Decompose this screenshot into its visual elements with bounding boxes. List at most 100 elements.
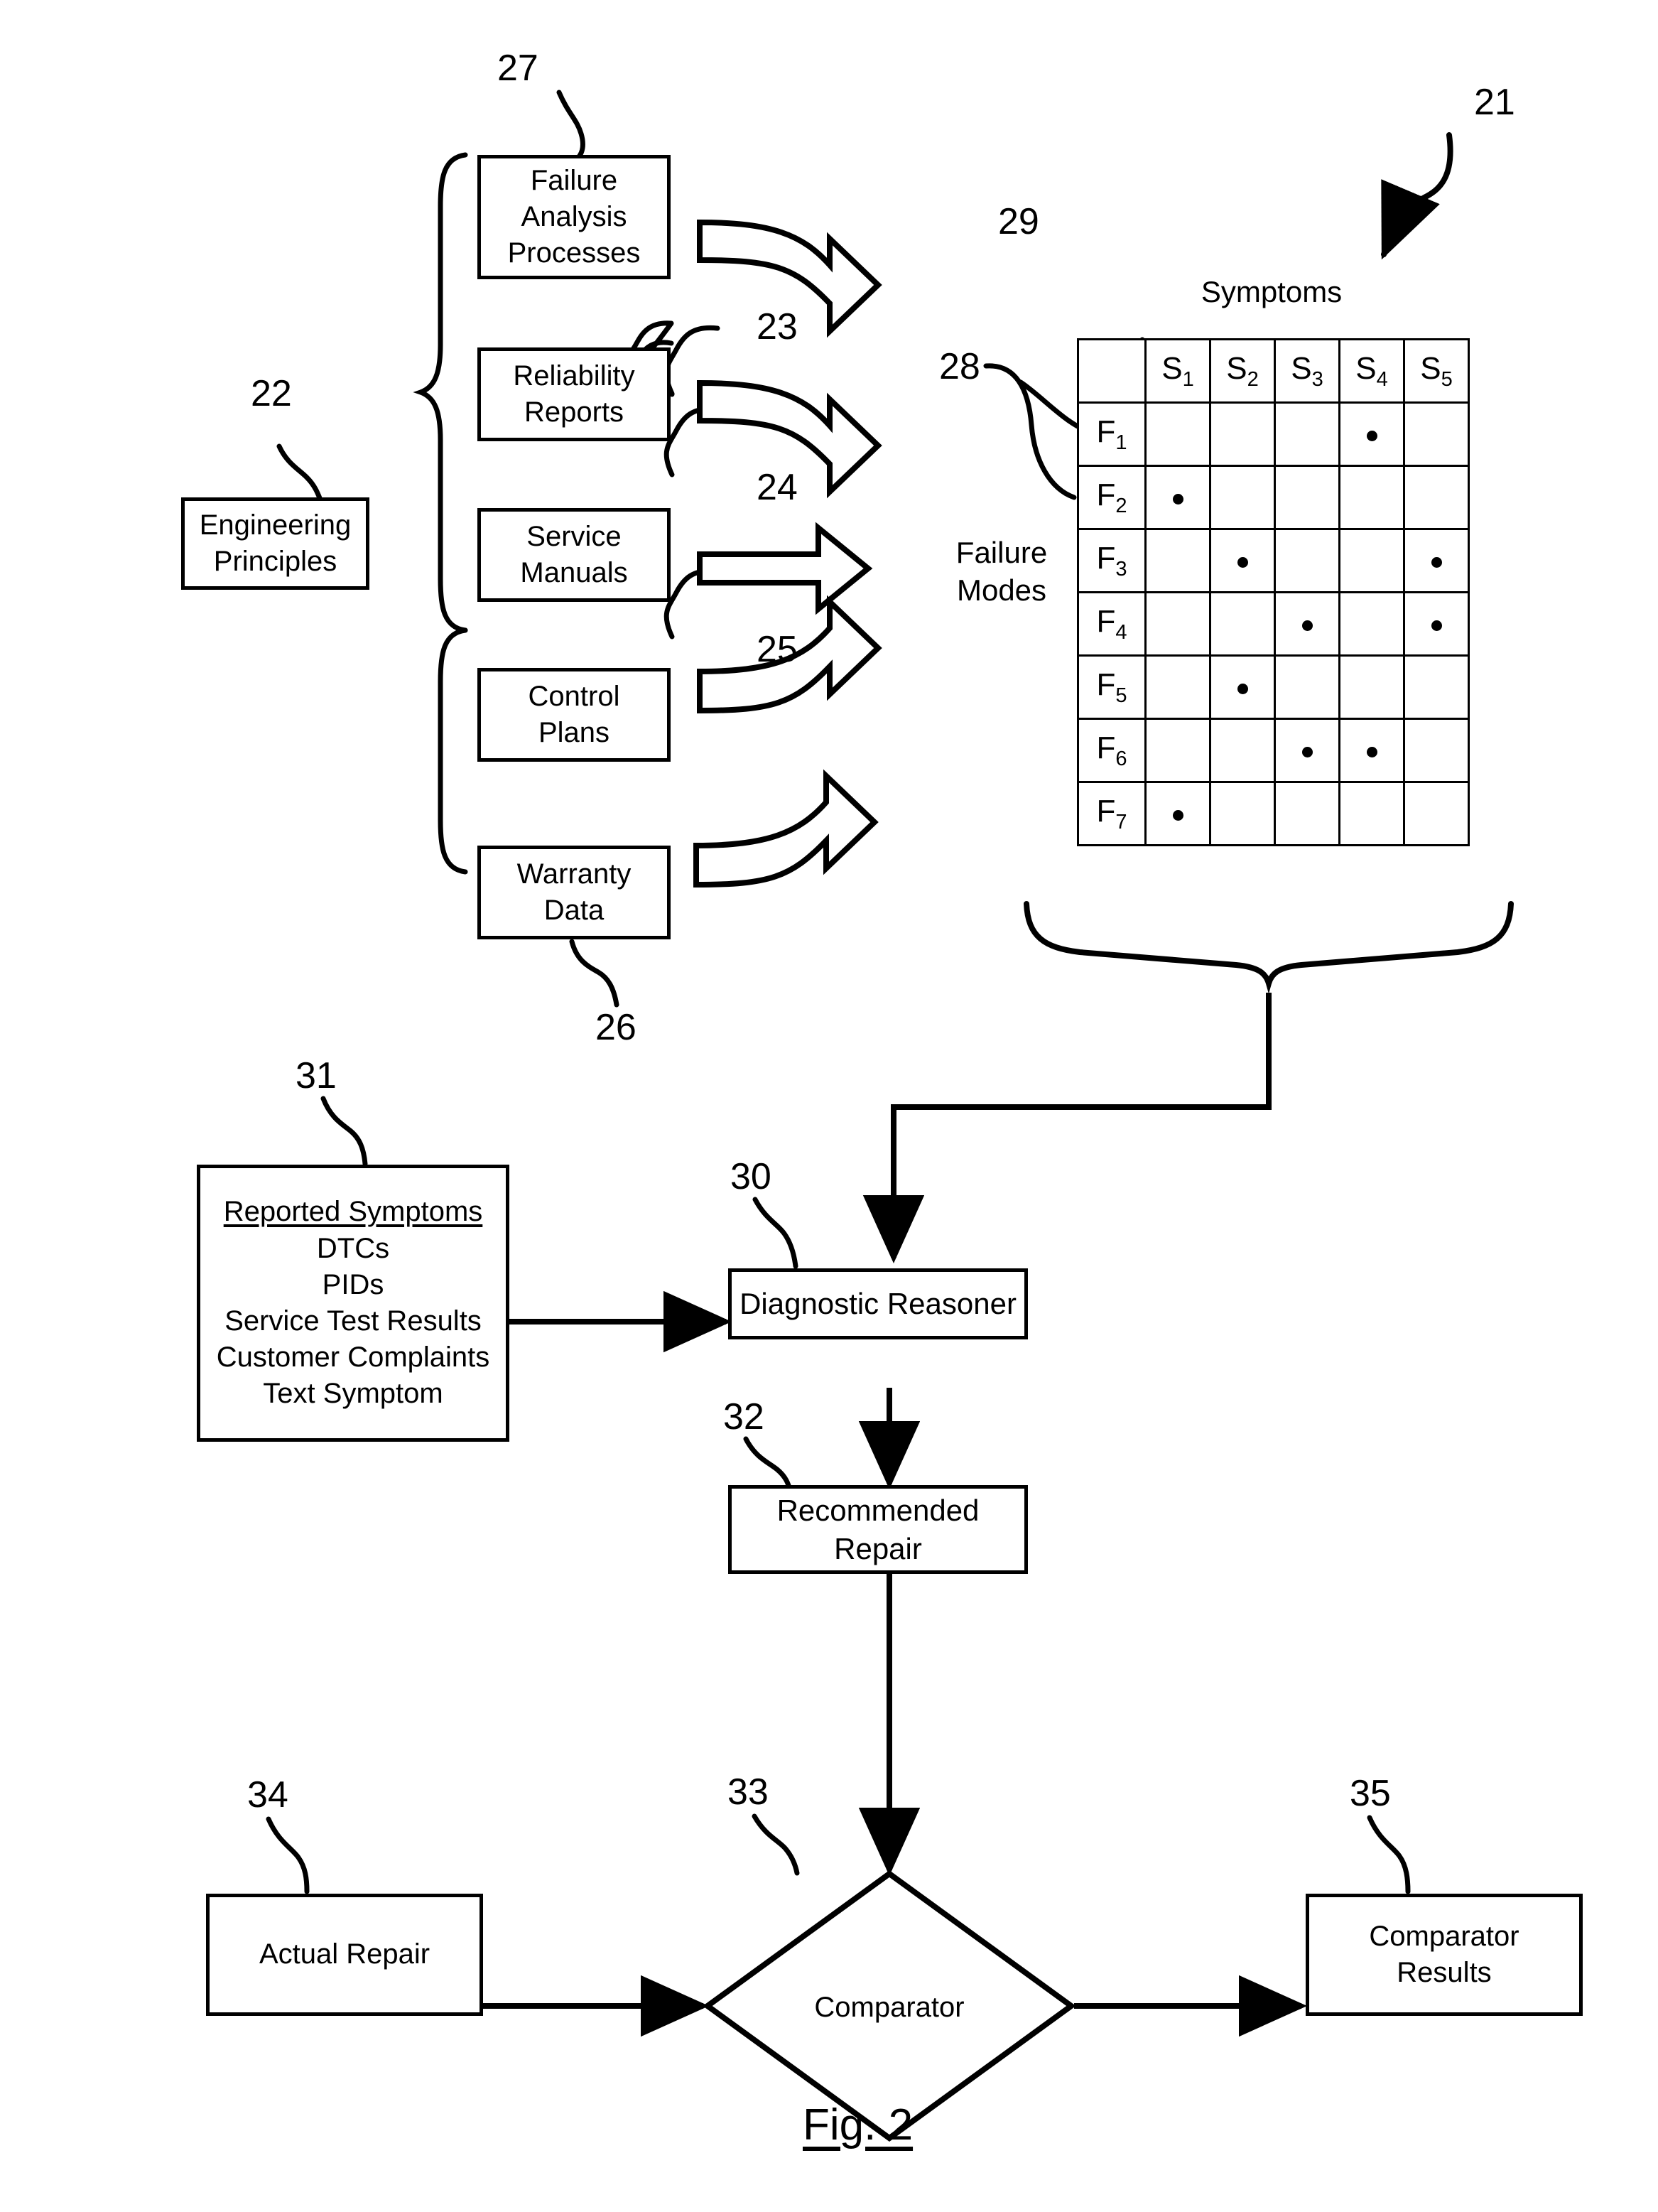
matrix-columns-axis-label: Symptoms — [1201, 275, 1343, 308]
block-arrow-warranty-data — [693, 769, 879, 888]
matrix-row-header-1: F1 — [1077, 401, 1147, 467]
matrix-row-header-2: F2 — [1077, 465, 1147, 530]
matrix-row: F2 — [1077, 465, 1470, 530]
matrix-dot-icon — [1301, 746, 1313, 757]
matrix-dot-icon — [1172, 493, 1183, 505]
matrix-cell-empty[interactable] — [1403, 718, 1470, 783]
matrix-cell-empty[interactable] — [1338, 465, 1405, 530]
matrix-cell-empty[interactable] — [1403, 654, 1470, 720]
node-control-plans[interactable]: Control Plans — [477, 668, 671, 762]
matrix-cell-empty[interactable] — [1338, 781, 1405, 846]
matrix-cell-empty[interactable] — [1274, 465, 1340, 530]
reported-symptoms-item-3: Customer Complaints — [216, 1342, 490, 1374]
matrix-column-header-5: S5 — [1403, 338, 1470, 404]
matrix-cell-marked[interactable] — [1144, 781, 1211, 846]
matrix-row-header-7: F7 — [1077, 781, 1147, 846]
node-diagnostic-reasoner[interactable]: Diagnostic Reasoner — [728, 1268, 1028, 1339]
reported-symptoms-title: Reported Symptoms — [223, 1196, 483, 1228]
matrix-cell-marked[interactable] — [1338, 401, 1405, 467]
node-engineering-principles[interactable]: Engineering Principles — [181, 497, 369, 590]
matrix-bottom-brace — [1024, 901, 1514, 994]
matrix-cell-marked[interactable] — [1274, 718, 1340, 783]
ref-number-26: 26 — [595, 1007, 636, 1048]
leader-26 — [569, 939, 619, 1008]
matrix-cell-empty[interactable] — [1144, 528, 1211, 593]
matrix-column-header-4: S4 — [1338, 338, 1405, 404]
matrix-cell-empty[interactable] — [1403, 401, 1470, 467]
reported-symptoms-item-1: PIDs — [322, 1268, 384, 1300]
matrix-cell-empty[interactable] — [1403, 465, 1470, 530]
matrix-cell-empty[interactable] — [1144, 654, 1211, 720]
matrix-cell-empty[interactable] — [1144, 591, 1211, 657]
matrix-column-header-1: S1 — [1144, 338, 1211, 404]
matrix-dot-icon — [1301, 620, 1313, 631]
node-service-manuals[interactable]: Service Manuals — [477, 508, 671, 602]
matrix-cell-empty[interactable] — [1403, 781, 1470, 846]
leader-21 — [1381, 132, 1453, 260]
matrix-cell-empty[interactable] — [1144, 401, 1211, 467]
matrix-row: F4 — [1077, 591, 1470, 657]
matrix-row: F6 — [1077, 718, 1470, 783]
matrix-row-header-5: F5 — [1077, 654, 1147, 720]
node-recommended-repair[interactable]: Recommended Repair — [728, 1485, 1028, 1574]
matrix-dot-icon — [1172, 809, 1183, 821]
matrix-cell-empty[interactable] — [1274, 781, 1340, 846]
leader-28 — [983, 363, 1077, 500]
matrix-column-header-3: S3 — [1274, 338, 1340, 404]
matrix-cell-empty[interactable] — [1274, 528, 1340, 593]
ref-number-34: 34 — [247, 1774, 288, 1816]
matrix-cell-empty[interactable] — [1209, 465, 1276, 530]
reported-symptoms-item-2: Service Test Results — [224, 1305, 482, 1337]
node-warranty-data[interactable]: Warranty Data — [477, 846, 671, 939]
matrix-cell-marked[interactable] — [1144, 465, 1211, 530]
matrix-cell-empty[interactable] — [1209, 591, 1276, 657]
matrix-cell-marked[interactable] — [1274, 591, 1340, 657]
matrix-cell-empty[interactable] — [1274, 401, 1340, 467]
matrix-dot-icon — [1431, 620, 1442, 631]
leader-33 — [752, 1813, 800, 1876]
matrix-cell-empty[interactable] — [1209, 718, 1276, 783]
matrix-row: F3 — [1077, 528, 1470, 593]
patent-figure-page: 27 21 29 23 28 22 24 25 26 31 30 32 34 3… — [0, 0, 1658, 2212]
node-reported-symptoms[interactable]: Reported Symptoms DTCs PIDs Service Test… — [197, 1165, 509, 1442]
matrix-dot-icon — [1237, 556, 1248, 568]
leader-22 — [276, 443, 324, 505]
node-reliability-reports[interactable]: Reliability Reports — [477, 347, 671, 441]
matrix-cell-empty[interactable] — [1338, 591, 1405, 657]
matrix-cell-marked[interactable] — [1403, 591, 1470, 657]
matrix-cell-empty[interactable] — [1209, 401, 1276, 467]
reported-symptoms-item-4: Text Symptom — [263, 1378, 443, 1410]
matrix-dot-icon — [1237, 683, 1248, 694]
matrix-corner-cell — [1077, 338, 1147, 404]
matrix-cell-empty[interactable] — [1338, 528, 1405, 593]
matrix-row-header-3: F3 — [1077, 528, 1147, 593]
matrix-cell-marked[interactable] — [1338, 718, 1405, 783]
matrix-to-reasoner-path — [862, 993, 1272, 1263]
ref-number-24: 24 — [757, 467, 798, 508]
matrix-row: F1 — [1077, 401, 1470, 467]
leader-35 — [1367, 1815, 1411, 1894]
matrix-dot-icon — [1366, 746, 1377, 757]
node-comparator-label[interactable]: Comparator — [783, 1992, 996, 2024]
diagram-connectors — [266, 90, 1514, 2142]
failure-mode-symptom-matrix[interactable]: S1 S2 S3 S4 S5 F1 F2 F3 F4 F5 F6 F7 — [1077, 338, 1470, 846]
matrix-row: F7 — [1077, 781, 1470, 846]
matrix-cell-marked[interactable] — [1209, 654, 1276, 720]
matrix-header-row: S1 S2 S3 S4 S5 — [1077, 338, 1470, 404]
matrix-cell-empty[interactable] — [1274, 654, 1340, 720]
node-actual-repair[interactable]: Actual Repair — [206, 1894, 483, 2016]
ref-number-29: 29 — [998, 201, 1039, 242]
ref-number-28: 28 — [939, 346, 980, 387]
node-failure-analysis-processes[interactable]: Failure Analysis Processes — [477, 155, 671, 279]
matrix-cell-empty[interactable] — [1144, 718, 1211, 783]
node-comparator-results[interactable]: Comparator Results — [1306, 1894, 1583, 2016]
matrix-cell-marked[interactable] — [1403, 528, 1470, 593]
matrix-cell-marked[interactable] — [1209, 528, 1276, 593]
matrix-row-header-6: F6 — [1077, 718, 1147, 783]
matrix-cell-empty[interactable] — [1338, 654, 1405, 720]
ref-number-27: 27 — [497, 48, 538, 89]
left-brace-lower — [438, 627, 468, 875]
ref-number-30: 30 — [730, 1156, 771, 1197]
matrix-cell-empty[interactable] — [1209, 781, 1276, 846]
ref-number-21: 21 — [1474, 82, 1515, 123]
